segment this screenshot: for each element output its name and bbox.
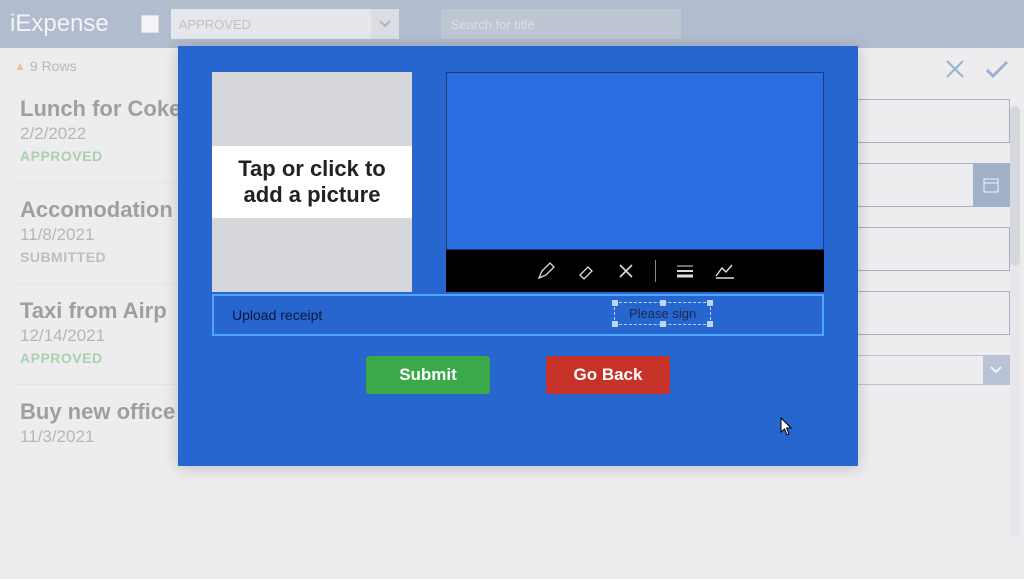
please-sign-label[interactable]: Please sign (614, 302, 711, 325)
signature-panel (446, 72, 824, 292)
go-back-button[interactable]: Go Back (546, 356, 670, 394)
filter-dropdown[interactable]: APPROVED (171, 9, 399, 39)
signature-toolbar (446, 250, 824, 292)
line-weight-icon[interactable] (674, 260, 696, 282)
filter-dropdown-value: APPROVED (179, 17, 251, 32)
search-placeholder: Search for title (451, 17, 535, 32)
picture-upload-label: Tap or click to add a picture (212, 146, 412, 218)
top-bar: iExpense APPROVED Search for title (0, 0, 1024, 48)
approved-checkbox[interactable] (141, 15, 159, 33)
submit-button[interactable]: Submit (366, 356, 490, 394)
scrollbar-thumb[interactable] (1010, 106, 1020, 266)
chevron-down-icon (371, 9, 399, 39)
toolbar-divider (655, 260, 656, 282)
labels-row: Upload receipt Please sign (212, 294, 824, 336)
upload-receipt-label: Upload receipt (232, 307, 322, 323)
signature-canvas[interactable] (446, 72, 824, 250)
eraser-icon[interactable] (575, 260, 597, 282)
search-input[interactable]: Search for title (441, 9, 681, 39)
upload-modal: Tap or click to add a picture (178, 46, 858, 466)
close-icon[interactable] (944, 58, 966, 87)
clear-icon[interactable] (615, 260, 637, 282)
calendar-icon[interactable] (973, 164, 1009, 206)
pen-icon[interactable] (535, 260, 557, 282)
sign-icon[interactable] (714, 260, 736, 282)
scrollbar[interactable] (1010, 106, 1020, 536)
check-icon[interactable] (984, 58, 1010, 87)
chevron-down-icon (983, 356, 1009, 384)
modal-button-row: Submit Go Back (212, 356, 824, 394)
warning-icon: ▲ (14, 59, 26, 73)
picture-upload-box[interactable]: Tap or click to add a picture (212, 72, 412, 292)
app-title: iExpense (10, 10, 109, 38)
